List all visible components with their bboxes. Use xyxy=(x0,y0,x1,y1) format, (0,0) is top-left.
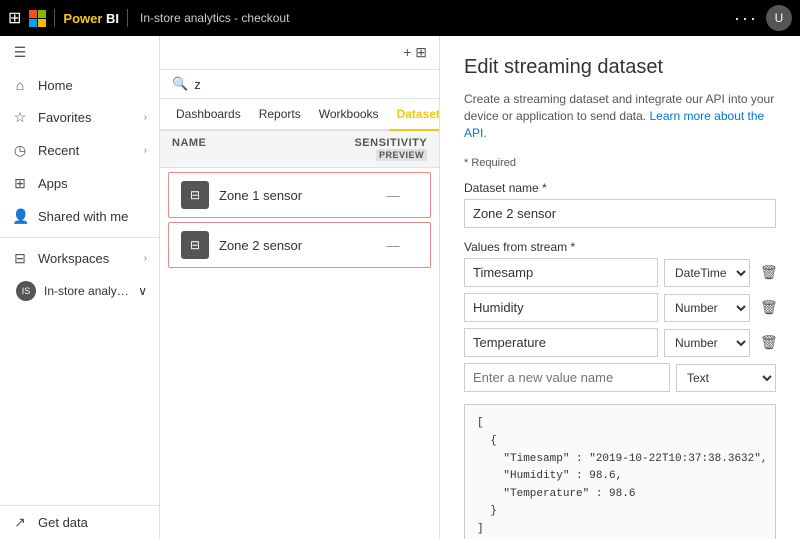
sidebar-item-apps[interactable]: ⊞ Apps xyxy=(0,167,159,200)
tab-dashboards[interactable]: Dashboards xyxy=(168,99,249,131)
preview-badge: preview xyxy=(376,149,427,161)
topbar-divider2 xyxy=(127,9,128,27)
search-bar: 🔍 xyxy=(160,70,439,99)
sidebar-recent-label: Recent xyxy=(38,143,134,158)
topbar-right: ··· U xyxy=(734,5,792,31)
sidebar-bottom: ↗ Get data xyxy=(0,505,159,539)
left-panel-header: + ⊞ xyxy=(160,36,439,70)
apps-icon: ⊞ xyxy=(12,175,28,192)
stream-row-timesamp: DateTime Number Text Boolean 🗑 xyxy=(464,258,776,287)
main-layout: ☰ ⌂ Home ☆ Favorites › ◷ Recent › ⊞ Apps… xyxy=(0,36,800,539)
content-area: + ⊞ 🔍 Dashboards Reports Workbooks Datas… xyxy=(160,36,800,539)
sidebar-workspaces-label: Workspaces xyxy=(38,251,134,266)
stream-name-input-2[interactable] xyxy=(464,328,658,357)
avatar[interactable]: U xyxy=(766,5,792,31)
dataset-row[interactable]: ⊟ Zone 2 sensor — xyxy=(168,222,431,268)
chevron-right-icon: › xyxy=(144,112,147,123)
table-header: NAME SENSITIVITY preview xyxy=(160,131,439,168)
stream-delete-0[interactable]: 🗑 xyxy=(756,260,782,285)
star-icon: ☆ xyxy=(12,109,28,126)
more-options-button[interactable]: ··· xyxy=(734,8,758,29)
hamburger-icon: ☰ xyxy=(12,44,28,61)
home-icon: ⌂ xyxy=(12,77,28,93)
sidebar-item-get-data[interactable]: ↗ Get data xyxy=(0,505,159,539)
tab-workbooks[interactable]: Workbooks xyxy=(311,99,387,131)
chevron-right-icon2: › xyxy=(144,145,147,156)
microsoft-logo xyxy=(29,10,46,27)
sidebar-in-store-label: In-store analytics ... xyxy=(44,284,130,298)
sidebar-item-home[interactable]: ⌂ Home xyxy=(0,69,159,101)
chevron-down-icon: ∨ xyxy=(138,284,147,298)
workspaces-icon: ⊟ xyxy=(12,250,28,267)
name-column-header: NAME xyxy=(172,137,297,161)
tab-datasets[interactable]: Datasets xyxy=(389,99,440,131)
sidebar-home-label: Home xyxy=(38,78,147,93)
sensitivity-column-header: SENSITIVITY preview xyxy=(297,137,427,161)
tab-reports[interactable]: Reports xyxy=(251,99,309,131)
sidebar-item-shared[interactable]: 👤 Shared with me xyxy=(0,200,159,233)
get-data-icon: ↗ xyxy=(12,514,28,531)
search-input[interactable] xyxy=(194,77,427,92)
new-value-row: Text DateTime Number Boolean xyxy=(464,363,776,392)
sidebar-item-favorites[interactable]: ☆ Favorites › xyxy=(0,101,159,134)
dataset-name2: Zone 2 sensor xyxy=(219,238,368,253)
sidebar-get-data-label: Get data xyxy=(38,515,147,530)
panel-title: Edit streaming dataset xyxy=(464,56,776,79)
add-button[interactable]: + ⊞ xyxy=(403,44,427,61)
json-preview: [ { "Timesamp" : "2019-10-22T10:37:38.36… xyxy=(464,404,776,539)
sidebar-apps-label: Apps xyxy=(38,176,147,191)
clock-icon: ◷ xyxy=(12,142,28,159)
app-name: In-store analytics - checkout xyxy=(140,11,289,25)
stream-name-input-1[interactable] xyxy=(464,293,658,322)
new-value-type-select[interactable]: Text DateTime Number Boolean xyxy=(676,364,776,392)
dataset-name-input[interactable] xyxy=(464,199,776,228)
stream-delete-1[interactable]: 🗑 xyxy=(756,295,782,320)
sidebar-item-recent[interactable]: ◷ Recent › xyxy=(0,134,159,167)
required-note: * Required xyxy=(464,157,776,169)
powerbi-label: Power BI xyxy=(63,11,119,26)
dataset-icon2: ⊟ xyxy=(181,231,209,259)
sidebar: ☰ ⌂ Home ☆ Favorites › ◷ Recent › ⊞ Apps… xyxy=(0,36,160,539)
sidebar-shared-label: Shared with me xyxy=(38,209,147,224)
in-store-icon: IS xyxy=(16,281,36,301)
stream-row-humidity: DateTime Number Text Boolean 🗑 xyxy=(464,293,776,322)
stream-type-select-0[interactable]: DateTime Number Text Boolean xyxy=(664,259,750,287)
dataset-sensitivity: — xyxy=(368,188,418,203)
topbar: ⊞ Power BI In-store analytics - checkout… xyxy=(0,0,800,36)
tabs-row: Dashboards Reports Workbooks Datasets Da… xyxy=(160,99,439,131)
shared-icon: 👤 xyxy=(12,208,28,225)
dataset-name-label: Dataset name * xyxy=(464,181,776,195)
panel-description: Create a streaming dataset and integrate… xyxy=(464,91,776,141)
values-from-stream-label: Values from stream * xyxy=(464,240,776,254)
grid-icon[interactable]: ⊞ xyxy=(8,8,21,28)
stream-delete-2[interactable]: 🗑 xyxy=(756,330,782,355)
dataset-name: Zone 1 sensor xyxy=(219,188,368,203)
new-value-input[interactable] xyxy=(464,363,670,392)
sidebar-item-in-store[interactable]: IS In-store analytics ... ∨ xyxy=(0,275,159,307)
dataset-name-field: Dataset name * xyxy=(464,181,776,228)
datasets-table: NAME SENSITIVITY preview ⊟ Zone 1 sensor… xyxy=(160,131,439,539)
stream-name-input-0[interactable] xyxy=(464,258,658,287)
sidebar-item-workspaces[interactable]: ⊟ Workspaces › xyxy=(0,242,159,275)
dataset-row[interactable]: ⊟ Zone 1 sensor — xyxy=(168,172,431,218)
values-from-stream-field: Values from stream * DateTime Number Tex… xyxy=(464,240,776,392)
sidebar-toggle[interactable]: ☰ xyxy=(0,36,159,69)
left-panel: + ⊞ 🔍 Dashboards Reports Workbooks Datas… xyxy=(160,36,440,539)
chevron-right-icon3: › xyxy=(144,253,147,264)
right-panel: Edit streaming dataset Create a streamin… xyxy=(440,36,800,539)
search-icon: 🔍 xyxy=(172,76,188,92)
dataset-sensitivity2: — xyxy=(368,238,418,253)
stream-type-select-2[interactable]: DateTime Number Text Boolean xyxy=(664,329,750,357)
sidebar-favorites-label: Favorites xyxy=(38,110,134,125)
topbar-divider xyxy=(54,9,55,27)
stream-row-temperature: DateTime Number Text Boolean 🗑 xyxy=(464,328,776,357)
stream-type-select-1[interactable]: DateTime Number Text Boolean xyxy=(664,294,750,322)
dataset-icon: ⊟ xyxy=(181,181,209,209)
